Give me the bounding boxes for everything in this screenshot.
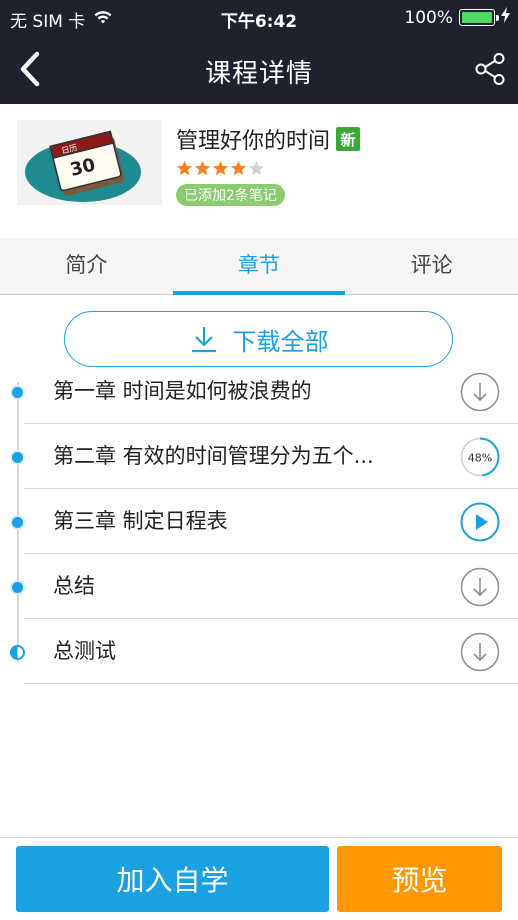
progress-dot-half — [10, 645, 25, 660]
star-filled-icon — [212, 160, 229, 176]
download-icon — [191, 327, 216, 353]
share-icon — [475, 53, 505, 85]
chapter-title: 第二章 有效的时间管理分为五个... — [53, 444, 374, 468]
chapter-item[interactable]: 第三章 制定日程表 — [0, 489, 518, 554]
download-circle-icon — [460, 372, 500, 412]
chapter-item[interactable]: 总测试 — [0, 619, 518, 684]
status-bar: 无 SIM 卡 下午6:42 100% — [0, 0, 518, 34]
download-all-label: 下载全部 — [232, 327, 329, 356]
notes-badge[interactable]: 已添加2条笔记 — [176, 184, 285, 206]
course-header: 日历 30 管理好你的时间 新 已添加2条笔记 — [0, 104, 518, 238]
download-progress-indicator[interactable]: 48% — [460, 437, 500, 477]
star-filled-icon — [194, 160, 211, 176]
star-filled-icon — [230, 160, 247, 176]
star-empty-icon — [248, 160, 265, 176]
play-chapter-button[interactable] — [460, 502, 500, 542]
course-title: 管理好你的时间 — [176, 129, 331, 154]
download-circle-icon — [460, 567, 500, 607]
download-chapter-button[interactable] — [460, 632, 500, 672]
bolt-icon — [501, 7, 510, 28]
battery-group: 100% — [404, 7, 510, 28]
chapter-title: 第一章 时间是如何被浪费的 — [53, 379, 312, 403]
page-title: 课程详情 — [204, 59, 313, 89]
download-circle-icon — [460, 632, 500, 672]
battery-percent: 100% — [404, 7, 453, 28]
tab-comments[interactable]: 评论 — [345, 238, 518, 294]
course-cover-image: 日历 30 — [17, 120, 162, 205]
course-detail-screen: 无 SIM 卡 下午6:42 100% 课程详情 日历 30 管理好你的时间 新… — [0, 0, 518, 920]
chapter-title: 总测试 — [53, 639, 116, 663]
star-filled-icon — [176, 160, 193, 176]
progress-dot — [10, 515, 25, 530]
chapter-item[interactable]: 总结 — [0, 554, 518, 619]
chapter-title: 第三章 制定日程表 — [53, 509, 228, 533]
tab-intro[interactable]: 简介 — [0, 238, 173, 294]
share-button[interactable] — [468, 47, 512, 91]
navigation-bar: 课程详情 — [0, 34, 518, 104]
join-study-button[interactable]: 加入自学 — [16, 846, 329, 912]
tab-chapters[interactable]: 章节 — [172, 238, 346, 295]
battery-fill — [462, 12, 492, 23]
chapter-item[interactable]: 第二章 有效的时间管理分为五个... 48% — [0, 424, 518, 489]
chapter-title: 总结 — [53, 574, 95, 598]
bottom-action-bar: 加入自学 预览 — [0, 837, 518, 920]
rating-stars — [176, 160, 265, 177]
play-icon — [460, 502, 500, 542]
new-badge: 新 — [336, 127, 361, 151]
progress-dot — [10, 450, 25, 465]
download-chapter-button[interactable] — [460, 567, 500, 607]
preview-button[interactable]: 预览 — [337, 846, 502, 912]
progress-dot — [10, 385, 25, 400]
battery-icon — [459, 9, 499, 26]
progress-dot — [10, 580, 25, 595]
course-title-row: 管理好你的时间 新 — [176, 123, 361, 155]
download-chapter-button[interactable] — [460, 372, 500, 412]
chapter-item[interactable]: 第一章 时间是如何被浪费的 — [0, 359, 518, 424]
progress-percent: 48% — [468, 452, 492, 465]
tab-bar: 简介 章节 评论 — [0, 238, 518, 295]
